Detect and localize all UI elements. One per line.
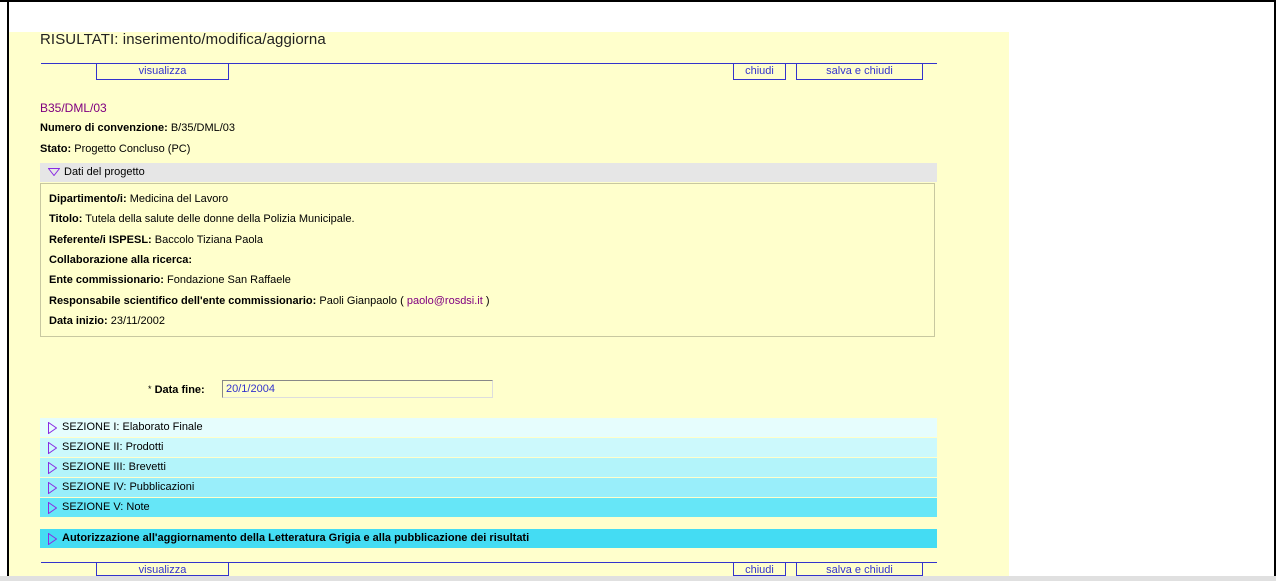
field-value: Medicina del Lavoro: [129, 193, 229, 205]
field-collaboration: Collaborazione alla ricerca:: [49, 254, 192, 266]
end-date-label-text: Data fine:: [154, 384, 205, 396]
project-data-box: Dipartimento/i: Medicina del Lavoro Tito…: [40, 183, 935, 337]
end-date-input[interactable]: [222, 380, 493, 398]
chevron-right-icon: [48, 442, 57, 454]
field-label: Data inizio:: [49, 315, 108, 327]
field-value: Paoli Gianpaolo (: [319, 295, 404, 307]
close-button-top[interactable]: chiudi: [733, 64, 786, 80]
email-link[interactable]: paolo@rosdsi.it: [407, 295, 483, 307]
view-button-bottom[interactable]: visualizza: [96, 563, 229, 576]
field-value: Baccolo Tiziana Paola: [154, 234, 263, 246]
field-label: Responsabile scientifico dell'ente commi…: [49, 295, 317, 307]
chevron-right-icon: [48, 482, 57, 494]
save-close-button-top[interactable]: salva e chiudi: [796, 64, 923, 80]
page-title: RISULTATI: inserimento/modifica/aggiorna: [40, 31, 326, 48]
chevron-right-icon: [48, 502, 57, 514]
project-status: Stato: Progetto Concluso (PC): [40, 143, 190, 155]
view-button-top[interactable]: visualizza: [96, 64, 229, 80]
status-value: Progetto Concluso (PC): [74, 143, 191, 155]
field-start-date: Data inizio: 23/11/2002: [49, 315, 165, 327]
section-label: SEZIONE II: Prodotti: [62, 441, 164, 453]
project-data-toggle[interactable]: Dati del progetto: [40, 163, 937, 182]
chevron-down-icon: [48, 168, 60, 176]
field-commissioning-body: Ente commissionario: Fondazione San Raff…: [49, 274, 291, 286]
field-value: Fondazione San Raffaele: [166, 274, 291, 286]
section-brevetti[interactable]: SEZIONE III: Brevetti: [40, 458, 937, 477]
field-department: Dipartimento/i: Medicina del Lavoro: [49, 193, 228, 205]
convention-number: Numero di convenzione: B/35/DML/03: [40, 122, 235, 134]
window-top-border: [0, 0, 1276, 2]
field-label: Ente commissionario:: [49, 274, 164, 286]
convention-label: Numero di convenzione:: [40, 122, 168, 134]
section-label: SEZIONE IV: Pubblicazioni: [62, 481, 195, 493]
section-label: SEZIONE III: Brevetti: [62, 461, 166, 473]
section-label: SEZIONE V: Note: [62, 501, 150, 513]
section-elaborato-finale[interactable]: SEZIONE I: Elaborato Finale: [40, 418, 937, 437]
section-pubblicazioni[interactable]: SEZIONE IV: Pubblicazioni: [40, 478, 937, 497]
section-note[interactable]: SEZIONE V: Note: [40, 498, 937, 517]
close-button-bottom[interactable]: chiudi: [733, 563, 786, 576]
section-label: SEZIONE I: Elaborato Finale: [62, 421, 203, 433]
section-prodotti[interactable]: SEZIONE II: Prodotti: [40, 438, 937, 457]
field-label: Collaborazione alla ricerca:: [49, 254, 193, 266]
field-value: Tutela della salute delle donne della Po…: [85, 213, 355, 225]
field-value: 23/11/2002: [110, 315, 165, 327]
field-label: Referente/i ISPESL:: [49, 234, 152, 246]
project-code: B35/DML/03: [40, 101, 107, 115]
convention-value: B/35/DML/03: [170, 122, 236, 134]
section-authorization[interactable]: Autorizzazione all'aggiornamento della L…: [40, 529, 937, 548]
status-label: Stato:: [40, 143, 72, 155]
save-close-button-bottom[interactable]: salva e chiudi: [796, 563, 923, 576]
field-title: Titolo: Tutela della salute delle donne …: [49, 213, 355, 225]
chevron-right-icon: [48, 422, 57, 434]
chevron-right-icon: [48, 462, 57, 474]
project-data-title: Dati del progetto: [64, 166, 145, 178]
chevron-right-icon: [48, 533, 57, 545]
email-close-paren: ): [485, 295, 490, 307]
field-ispesl-referent: Referente/i ISPESL: Baccolo Tiziana Paol…: [49, 234, 263, 246]
field-label: Titolo:: [49, 213, 83, 225]
required-mark: *: [148, 384, 152, 394]
end-date-label: * Data fine:: [148, 384, 205, 396]
field-scientific-manager: Responsabile scientifico dell'ente commi…: [49, 295, 490, 307]
field-label: Dipartimento/i:: [49, 193, 127, 205]
window-bottom-edge: [0, 576, 1276, 581]
section-label: Autorizzazione all'aggiornamento della L…: [62, 532, 530, 544]
